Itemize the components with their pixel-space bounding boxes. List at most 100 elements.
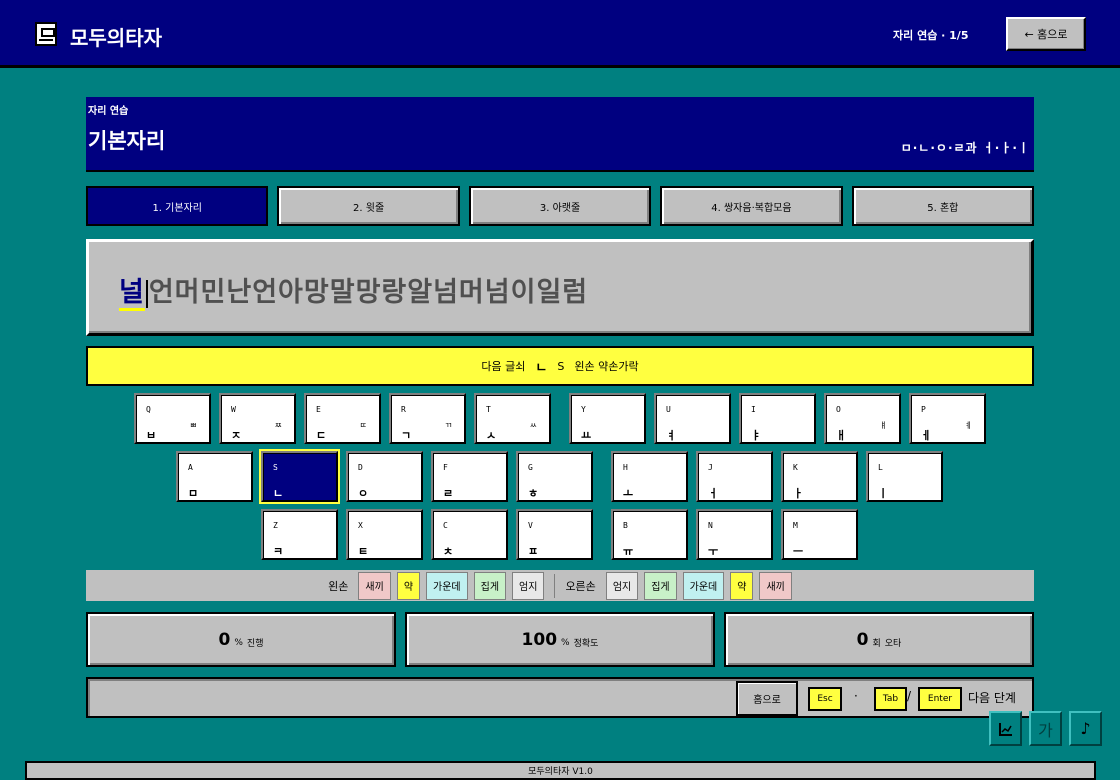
stat-errors: 0 회 오타 — [724, 612, 1034, 667]
key-b: Bㅠ — [611, 509, 688, 560]
tab-1[interactable]: 1. 기본자리 — [86, 186, 269, 226]
chart-icon[interactable] — [989, 711, 1022, 746]
right-finger-4: 약 — [730, 571, 754, 600]
remaining-text: 언머민난언아망말망랑알넘머넘이일럼 — [148, 277, 589, 308]
progress-unit: % — [234, 637, 243, 648]
app-logo-icon — [35, 22, 57, 46]
key-letter: A — [188, 463, 193, 472]
home-button[interactable]: ← 홈으로 — [1006, 17, 1086, 51]
key-k: Kㅏ — [781, 451, 858, 502]
key-letter: N — [708, 521, 713, 530]
key-jamo: ㅋ — [273, 545, 284, 558]
key-jamo: ㅕ — [666, 429, 677, 442]
practice-panel[interactable]: 널 언머민난언아망말망랑알넘머넘이일럼 — [86, 239, 1034, 336]
key-o: O ㅐ ㅒ — [824, 393, 901, 444]
key-jamo: ㄴ — [273, 487, 284, 500]
key-letter: L — [878, 463, 883, 472]
bottom-bar: 홈으로 Esc · Tab / Enter 다음 단계 — [86, 677, 1034, 718]
current-syllable: 널 — [119, 277, 145, 311]
key-u: Uㅕ — [654, 393, 731, 444]
key-separator: · — [854, 689, 858, 703]
stat-progress: 0 % 진행 — [86, 612, 396, 667]
key-jamo: ㅛ — [581, 429, 592, 442]
key-jamo: ㄷ — [316, 429, 327, 442]
key-jamo: ㅣ — [878, 487, 889, 500]
hint-prefix: 다음 글쇠 — [481, 360, 526, 373]
key-jamo: ㅅ — [486, 429, 497, 442]
key-jamo: ㅈ — [231, 429, 242, 442]
lesson-subtitle: 자리 연습 — [88, 106, 129, 117]
left-finger-4: 집게 — [473, 571, 507, 600]
key-slash: / — [907, 689, 912, 703]
tab-3[interactable]: 3. 아랫줄 — [468, 186, 652, 226]
key-jamo: ㅠ — [623, 545, 634, 558]
next-step-label[interactable]: 다음 단계 — [968, 689, 1016, 706]
left-hand-label: 왼손 — [328, 579, 349, 593]
key-z: Zㅋ — [261, 509, 338, 560]
text-caret — [145, 279, 148, 308]
errors-label: 오타 — [884, 639, 902, 649]
hint-code: S — [557, 359, 565, 373]
tab-2[interactable]: 2. 윗줄 — [277, 186, 460, 226]
hint-key: ㄴ — [535, 360, 548, 376]
tab-5[interactable]: 5. 혼합 — [851, 186, 1035, 226]
lesson-title: 기본자리 — [88, 129, 166, 153]
sound-icon[interactable]: ♪ — [1069, 711, 1102, 746]
font-icon[interactable]: 가 — [1029, 711, 1062, 746]
progress-label: 진행 — [246, 639, 264, 649]
errors-unit: 회 — [872, 639, 881, 649]
key-r: R ㄱ ㄲ — [389, 393, 466, 444]
key-d: Dㅇ — [346, 451, 423, 502]
hand-divider — [554, 573, 556, 598]
status-bar: 모두의타자 V1.0 — [25, 761, 1096, 780]
right-finger-2: 집게 — [644, 571, 677, 600]
key-jamo: ㅍ — [528, 545, 539, 558]
key-letter: H — [623, 463, 628, 472]
key-n: Nㅜ — [696, 509, 773, 560]
key-jamo: ㄹ — [443, 487, 454, 500]
key-v: Vㅍ — [516, 509, 593, 560]
key-letter: E — [316, 405, 321, 414]
accuracy-unit: % — [561, 637, 570, 648]
key-j: Jㅓ — [696, 451, 773, 502]
accuracy-label: 정확도 — [573, 639, 599, 649]
hint-finger: 왼손 약손가락 — [574, 360, 639, 373]
tab-4[interactable]: 4. 쌍자음·복합모음 — [660, 186, 843, 226]
bottom-home-button[interactable]: 홈으로 — [736, 681, 798, 716]
key-letter: R — [401, 405, 406, 414]
key-c: Cㅊ — [431, 509, 508, 560]
key-letter: T — [486, 405, 491, 414]
key-letter: Q — [146, 405, 151, 414]
key-letter: F — [443, 463, 448, 472]
lesson-header: 자리 연습 기본자리 ㅁ·ㄴ·ㅇ·ㄹ과 ㅓ·ㅏ·ㅣ — [86, 97, 1034, 172]
key-h: Hㅗ — [611, 451, 688, 502]
key-shift-jamo: ㅒ — [879, 421, 887, 430]
key-f: Fㄹ — [431, 451, 508, 502]
key-letter: P — [921, 405, 926, 414]
enter-key[interactable]: Enter — [918, 687, 962, 711]
key-jamo: ㅗ — [623, 487, 634, 500]
key-letter: J — [708, 463, 713, 472]
tab-key[interactable]: Tab — [874, 687, 907, 711]
key-jamo: ㅔ — [921, 429, 932, 442]
lesson-keys: ㅁ·ㄴ·ㅇ·ㄹ과 ㅓ·ㅏ·ㅣ — [900, 141, 1030, 155]
key-letter: Y — [581, 405, 586, 414]
key-letter: X — [358, 521, 363, 530]
app-title: 모두의타자 — [70, 26, 162, 50]
errors-value: 0 — [856, 629, 869, 650]
key-p: P ㅔ ㅖ — [909, 393, 986, 444]
key-jamo: ㅁ — [188, 487, 199, 500]
chart-svg — [998, 722, 1012, 736]
left-finger-1: 새끼 — [358, 571, 391, 600]
key-shift-jamo: ㅖ — [964, 421, 972, 430]
key-letter: D — [358, 463, 363, 472]
key-jamo: ㅌ — [358, 545, 369, 558]
key-jamo: ㅜ — [708, 545, 719, 558]
esc-key[interactable]: Esc — [808, 687, 842, 711]
key-jamo: ㅐ — [836, 429, 847, 442]
right-hand-label: 오른손 — [565, 579, 596, 593]
key-jamo: ㅇ — [358, 487, 369, 500]
stat-accuracy: 100 % 정확도 — [405, 612, 715, 667]
right-finger-5: 새끼 — [759, 571, 792, 600]
key-i: Iㅑ — [739, 393, 816, 444]
